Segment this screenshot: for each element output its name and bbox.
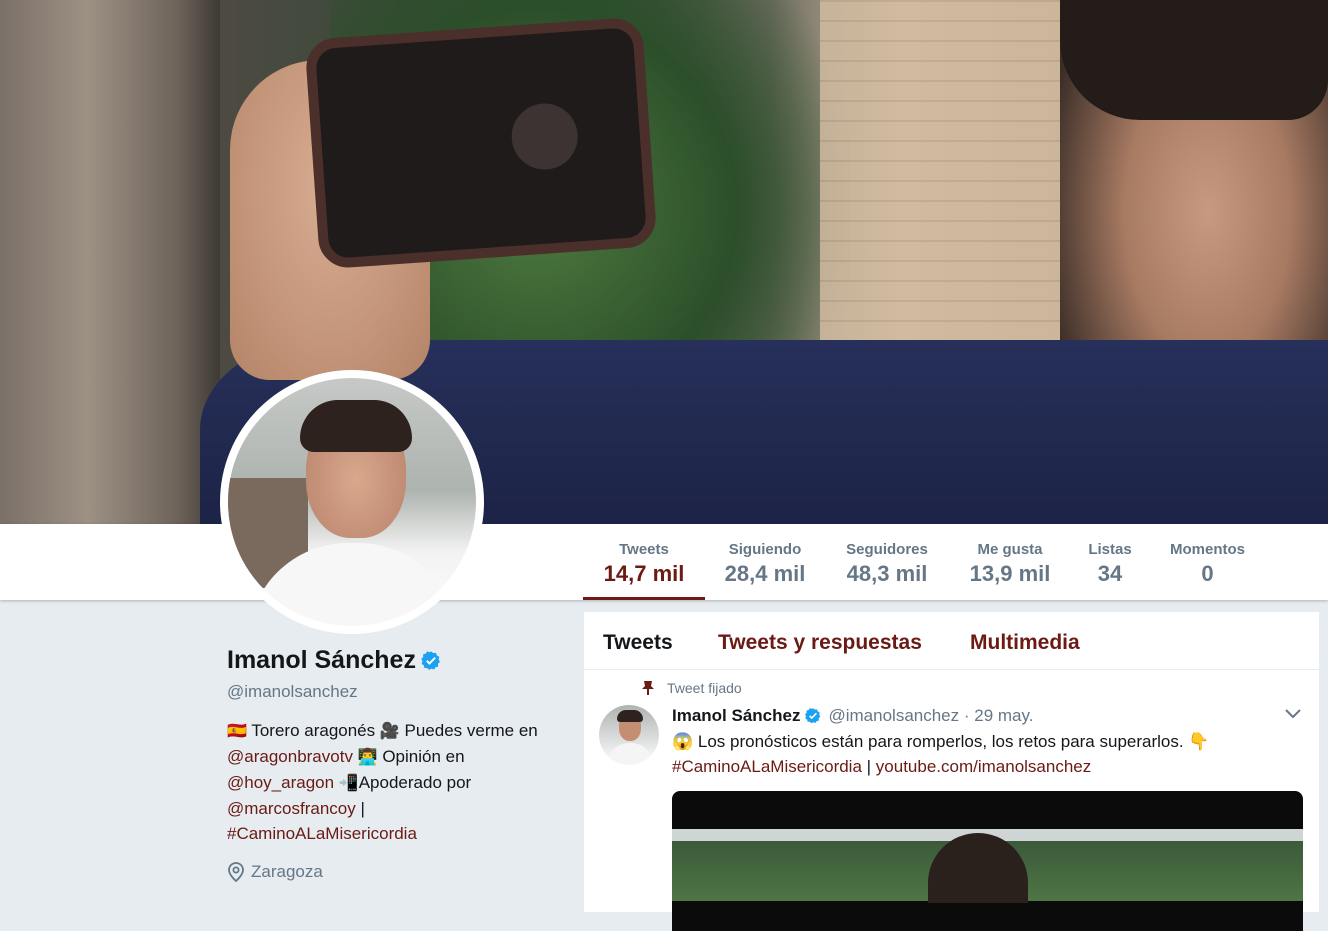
- stat-followers[interactable]: Seguidores 48,3 mil: [832, 524, 942, 600]
- stat-likes[interactable]: Me gusta 13,9 mil: [955, 524, 1065, 600]
- pin-icon: [642, 681, 654, 695]
- tweet-header: Imanol Sánchez @imanolsanchez · 29 may.: [672, 706, 1033, 726]
- timeline: Tweets Tweets y respuestas Multimedia Tw…: [584, 612, 1319, 931]
- stat-label: Momentos: [1170, 541, 1245, 558]
- verified-badge-icon: [421, 650, 440, 670]
- tweet-author-name[interactable]: Imanol Sánchez: [672, 706, 800, 726]
- profile-avatar[interactable]: [220, 370, 484, 634]
- tab-tweets[interactable]: Tweets: [603, 631, 673, 655]
- technologist-emoji: 👨‍💻: [357, 749, 378, 766]
- profile-nav: Tweets 14,7 mil Siguiendo 28,4 mil Segui…: [0, 524, 1328, 600]
- bio-link-marcosfrancoy[interactable]: @marcosfrancoy: [227, 799, 356, 818]
- stat-value: 13,9 mil: [969, 561, 1051, 586]
- stat-label: Siguiendo: [728, 541, 802, 558]
- profile-handle[interactable]: @imanolsanchez: [227, 682, 358, 702]
- banner-pillar: [0, 0, 220, 524]
- tweet-avatar-shirt: [607, 743, 653, 765]
- scream-emoji: 😱: [672, 732, 694, 751]
- profile-location: Zaragoza: [227, 862, 323, 882]
- chevron-down-icon[interactable]: [1284, 708, 1302, 720]
- bio-separator: |: [355, 799, 365, 818]
- stat-label: Me gusta: [977, 541, 1043, 558]
- stat-moments[interactable]: Momentos 0: [1160, 524, 1255, 600]
- tweet-avatar[interactable]: [599, 705, 659, 765]
- profile-name[interactable]: Imanol Sánchez: [227, 646, 416, 675]
- timeline-tabs: Tweets Tweets y respuestas Multimedia: [584, 612, 1319, 670]
- stat-value: 0: [1201, 561, 1214, 586]
- tweet-link[interactable]: youtube.com/imanolsanchez: [876, 757, 1091, 776]
- avatar-photo: [228, 378, 476, 626]
- stat-tweets[interactable]: Tweets 14,7 mil: [583, 524, 705, 600]
- location-text: Zaragoza: [251, 862, 323, 881]
- stat-lists[interactable]: Listas 34: [1080, 524, 1140, 600]
- banner-hair: [1060, 0, 1328, 120]
- tab-media[interactable]: Multimedia: [970, 631, 1080, 655]
- bio-text: Apoderado por: [358, 773, 472, 792]
- tweet-avatar-hair: [617, 710, 643, 722]
- profile-banner[interactable]: [0, 0, 1328, 524]
- profile-bio: 🇪🇸 Torero aragonés 🎥 Puedes verme en @ar…: [227, 718, 567, 846]
- bio-text: Opinión en: [377, 747, 465, 766]
- phone-logo: [509, 101, 580, 172]
- tweet-text: 😱 Los pronósticos están para romperlos, …: [672, 729, 1292, 779]
- stat-value: 34: [1097, 561, 1123, 586]
- avatar-hair: [300, 400, 412, 452]
- bio-text: Torero aragonés: [246, 721, 380, 740]
- banner-phone: [304, 16, 658, 270]
- bio-link-hoy-aragon[interactable]: @hoy_aragon: [227, 773, 334, 792]
- bio-link-aragonbravotv[interactable]: @aragonbravotv: [227, 747, 353, 766]
- camera-emoji: 🎥: [379, 723, 400, 740]
- location-pin-icon: [228, 862, 244, 882]
- pinned-label: Tweet fijado: [667, 680, 742, 696]
- pinned-tweet-context: Tweet fijado: [641, 680, 742, 696]
- tweet-media-video[interactable]: [672, 791, 1303, 931]
- phone-emoji: 📲: [338, 775, 359, 792]
- tweet-separator: |: [861, 757, 876, 776]
- profile-name-row: Imanol Sánchez: [227, 646, 442, 675]
- stat-label: Listas: [1088, 541, 1132, 558]
- stat-value: 14,7 mil: [603, 561, 685, 586]
- verified-badge-icon: [805, 708, 821, 724]
- bio-hashtag[interactable]: #CaminoALaMisericordia: [227, 824, 417, 843]
- tab-tweets-and-replies[interactable]: Tweets y respuestas: [718, 631, 922, 655]
- point-down-emoji: 👇: [1188, 732, 1210, 751]
- stat-label: Seguidores: [846, 541, 928, 558]
- tweet-hashtag[interactable]: #CaminoALaMisericordia: [672, 757, 862, 776]
- stat-following[interactable]: Siguiendo 28,4 mil: [710, 524, 820, 600]
- flag-emoji: 🇪🇸: [227, 723, 247, 740]
- stat-label: Tweets: [619, 541, 669, 558]
- tweet-body: Los pronósticos están para romperlos, lo…: [693, 732, 1189, 751]
- bio-text: Puedes verme en: [399, 721, 538, 740]
- stat-value: 48,3 mil: [846, 561, 928, 586]
- tweet-handle-date[interactable]: @imanolsanchez · 29 may.: [828, 706, 1033, 726]
- stat-value: 28,4 mil: [724, 561, 806, 586]
